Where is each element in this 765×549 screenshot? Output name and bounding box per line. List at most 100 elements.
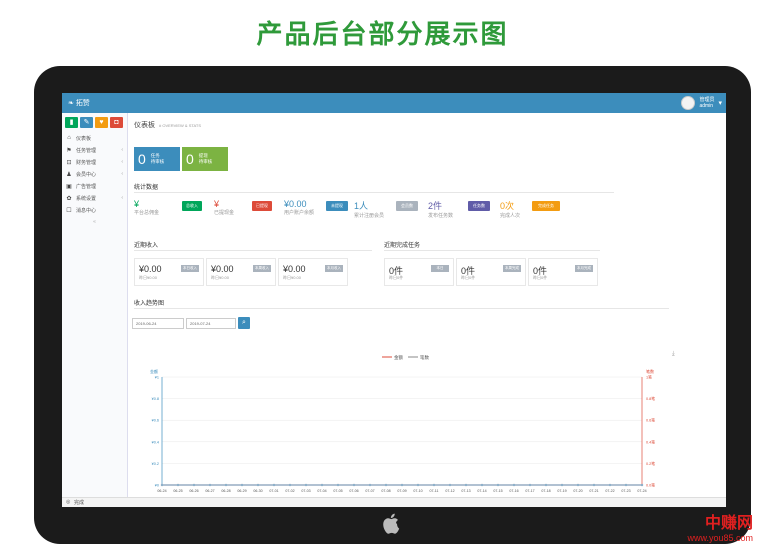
data-point <box>560 483 564 487</box>
stat-tag: 完成任务 <box>532 201 560 211</box>
x-tick-label: 07-17 <box>525 489 534 493</box>
status-bar: ◎ 完成 <box>62 497 726 507</box>
card-badge[interactable]: 本周完成 <box>503 265 521 272</box>
y2-tick-label: 0.6笔 <box>646 418 655 423</box>
data-point <box>512 483 516 487</box>
legend-label-amount: 金额 <box>394 354 403 361</box>
x-tick-label: 06-30 <box>253 489 262 493</box>
data-point <box>368 483 372 487</box>
sidebar-collapse-toggle[interactable]: « <box>62 219 127 225</box>
card-badge[interactable]: 本周收入 <box>253 265 271 272</box>
y2-tick-label: 0.4笔 <box>646 439 655 444</box>
y2-tick-label: 0.8笔 <box>646 396 655 401</box>
kpi-number: 0 <box>138 151 146 167</box>
card-value: ¥0.00 <box>211 264 234 274</box>
card-sub: 昨日¥0.00 <box>139 275 158 280</box>
data-point <box>336 483 340 487</box>
divider <box>134 308 669 309</box>
y2-tick-label: 1笔 <box>646 375 652 380</box>
sidebar-item-label: 广告管理 <box>76 183 97 190</box>
sidebar-shortcut-chart[interactable]: ▮ <box>65 117 78 128</box>
kpi-sub: 待审核 <box>198 159 213 164</box>
user-info: 管理员 admin <box>699 97 714 109</box>
watermark-url: www.you85.com <box>687 533 753 543</box>
sidebar-shortcuts: ▮ ✎ ♥ ◘ <box>62 113 127 132</box>
divider <box>134 192 614 193</box>
sidebar-item[interactable]: ♟ 会员中心 ‹ <box>62 168 127 180</box>
income-trend-chart: 金额 笔数金额 笔数¥1 1笔¥0.8 0.8笔¥0.6 0.6笔¥0.4 0.4笔¥0.2… <box>150 350 675 493</box>
stat-label: 平台总佣金 <box>134 210 160 216</box>
sidebar-item[interactable]: ⚑ 任务管理 ‹ <box>62 144 127 156</box>
card-badge[interactable]: 本月收入 <box>325 265 343 272</box>
stat-item: 2件 发布任务数 <box>428 199 453 227</box>
y2-axis-label: 笔数 <box>646 368 654 374</box>
sidebar-item[interactable]: ⊡ 财务管理 ‹ <box>62 156 127 168</box>
card-badge[interactable]: 本月完成 <box>575 265 593 272</box>
brand-label: 拓赞 <box>75 100 90 107</box>
y-tick-label: ¥0.4 <box>152 440 159 444</box>
section-trend-title: 收入趋势图 <box>134 301 165 307</box>
y-tick-label: ¥0.6 <box>152 419 159 423</box>
income-card: ¥0.00 昨日¥0.00 本日收入 <box>134 258 204 286</box>
stat-label: 完成人次 <box>500 213 521 219</box>
card-value: ¥0.00 <box>283 264 306 274</box>
end-date-input[interactable]: 2019-07-24 <box>186 318 236 329</box>
x-tick-label: 06-29 <box>237 489 246 493</box>
data-point <box>240 483 244 487</box>
x-tick-label: 07-01 <box>269 489 278 493</box>
x-tick-label: 07-22 <box>605 489 614 493</box>
sidebar-item[interactable]: ✿ 系统设置 ‹ <box>62 192 127 204</box>
sidebar-item[interactable]: ⌂ 仪表板 <box>62 132 127 144</box>
data-point <box>528 483 532 487</box>
y2-tick-label: 0.2笔 <box>646 461 655 466</box>
sidebar-shortcut-users[interactable]: ♥ <box>95 117 108 128</box>
x-tick-label: 06-26 <box>189 489 198 493</box>
user-menu[interactable]: 管理员 admin ▾ <box>681 95 722 111</box>
heading-subtitle: # OVERVIEW & STATS <box>159 123 202 128</box>
data-point <box>576 483 580 487</box>
stat-tag: 任务数 <box>468 201 490 211</box>
stat-tag: 会员数 <box>396 201 418 211</box>
heading-title: 仪表板 <box>134 122 155 129</box>
kpi-task-pending[interactable]: 0 任务 待审核 <box>134 147 180 171</box>
brand[interactable]: ❧ 拓赞 <box>68 98 90 108</box>
card-badge[interactable]: 本日收入 <box>181 265 199 272</box>
card-badge[interactable]: 本日 <box>431 265 449 272</box>
main-content: 仪表板 # OVERVIEW & STATS 0 任务 待审核 0 提现 待审核 统计… <box>128 113 726 507</box>
data-point <box>544 483 548 487</box>
data-point <box>480 483 484 487</box>
sidebar-shortcut-edit[interactable]: ✎ <box>80 117 93 128</box>
sidebar-item-label: 任务管理 <box>76 147 97 154</box>
kpi-withdraw-pending[interactable]: 0 提现 待审核 <box>182 147 228 171</box>
stat-value: ¥ <box>214 199 220 209</box>
leaf-icon: ❧ <box>68 100 76 107</box>
start-date-input[interactable]: 2019-06-24 <box>132 318 184 329</box>
card-value: ¥0.00 <box>139 264 162 274</box>
section-income-title: 近期收入 <box>134 243 159 249</box>
data-point <box>208 483 212 487</box>
search-button[interactable]: ⌕ <box>238 317 250 329</box>
download-icon: ⤓ <box>672 350 675 357</box>
cog-icon: ◘ <box>114 119 119 126</box>
x-tick-label: 07-13 <box>461 489 470 493</box>
sidebar-item[interactable]: ▣ 广告管理 <box>62 180 127 192</box>
sidebar-shortcut-settings[interactable]: ◘ <box>110 117 123 128</box>
data-point <box>224 483 228 487</box>
card-sub: 昨日0件 <box>533 275 548 280</box>
kpi-sub: 待审核 <box>150 159 165 164</box>
status-text: 完成 <box>74 500 85 506</box>
sidebar-item-label: 系统设置 <box>76 195 97 202</box>
x-tick-label: 07-16 <box>509 489 518 493</box>
chevron-left-icon: ‹ <box>121 171 123 177</box>
x-tick-label: 07-21 <box>589 489 598 493</box>
stat-item: ¥ 已提现金 <box>214 199 234 227</box>
x-tick-label: 07-12 <box>445 489 454 493</box>
gear-icon: ✿ <box>66 195 72 202</box>
x-tick-label: 07-02 <box>285 489 294 493</box>
user-sub: admin <box>699 103 714 109</box>
sidebar-item[interactable]: ☐ 消息中心 <box>62 204 127 216</box>
data-point <box>464 483 468 487</box>
data-point <box>320 483 324 487</box>
x-tick-label: 07-14 <box>477 489 486 493</box>
flag-icon: ⚑ <box>66 147 72 154</box>
